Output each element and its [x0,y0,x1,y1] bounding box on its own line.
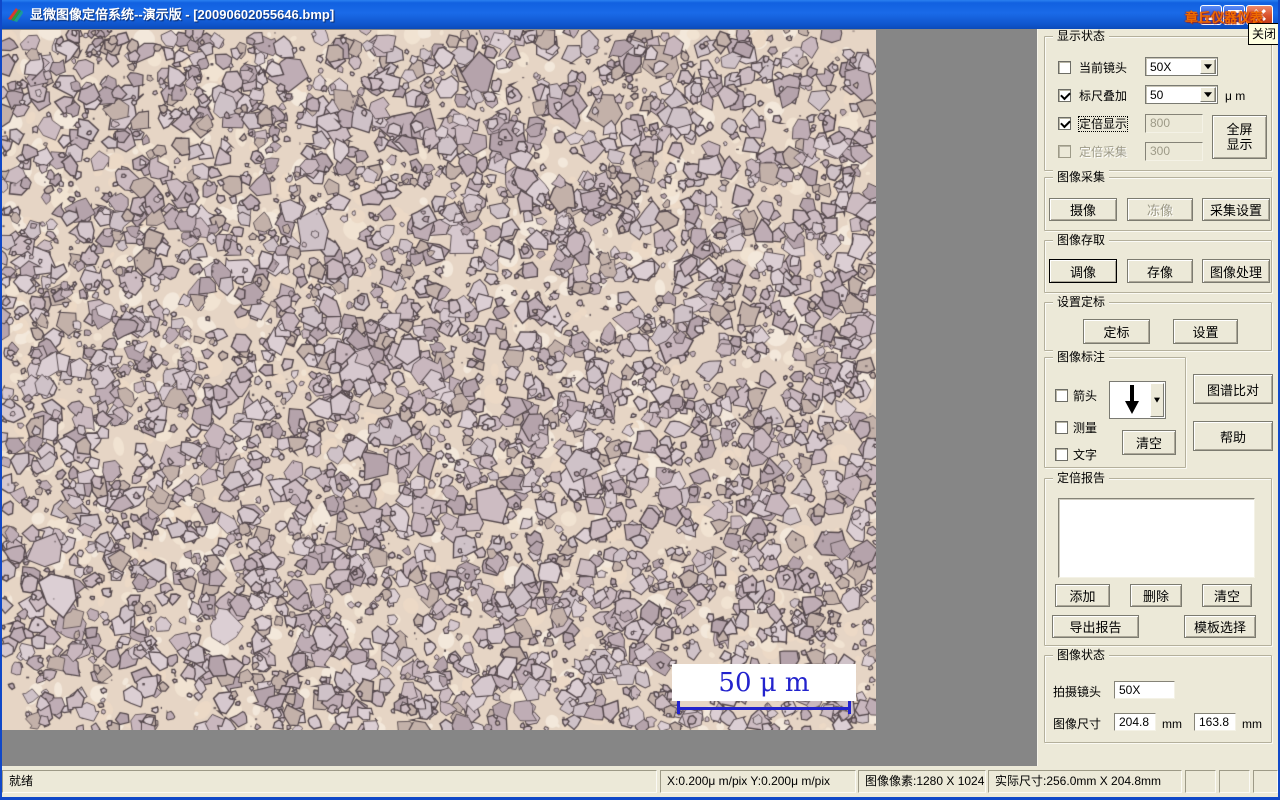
calibration-settings-button[interactable]: 设置 [1173,319,1238,344]
status-actual-size: 实际尺寸:256.0mm X 204.8mm [988,770,1182,793]
export-report-button[interactable]: 导出报告 [1052,615,1139,638]
label-scale-overlay: 标尺叠加 [1079,89,1128,103]
status-image-pixels: 图像像素:1280 X 1024 [858,770,986,793]
arrow-combo-dropdown-icon[interactable] [1150,383,1164,417]
title-bar: 显微图像定倍系统--演示版 - [20090602055646.bmp] 章丘仪… [0,0,1280,29]
report-delete-button[interactable]: 删除 [1130,584,1182,607]
group-acquisition: 图像采集 摄像 冻像 采集设置 [1044,170,1272,231]
checkbox-scale-overlay[interactable] [1058,89,1071,102]
close-tooltip: 关闭 [1248,23,1280,45]
label-fixed-display: 定倍显示 [1077,116,1129,132]
fullscreen-button[interactable]: 全屏 显示 [1212,115,1267,159]
checkbox-measure[interactable] [1055,421,1068,434]
input-fixed-display: 800 [1145,114,1203,133]
label-fixed-capture: 定倍采集 [1079,145,1128,159]
status-bar: 就绪 X:0.200μ m/pix Y:0.200μ m/pix 图像像素:12… [0,766,1280,797]
group-calibration-label: 设置定标 [1053,295,1110,309]
input-fixed-capture: 300 [1145,142,1203,161]
group-annotation-label: 图像标注 [1053,350,1110,364]
group-report: 定倍报告 添加 删除 清空 导出报告 模板选择 [1044,471,1272,646]
scale-bar-line [678,707,851,710]
window-border-left [0,0,2,800]
label-text: 文字 [1073,448,1098,462]
group-display-status-label: 显示状态 [1053,29,1110,43]
report-listbox[interactable] [1058,498,1255,578]
input-shooting-lens: 50X [1114,681,1175,699]
status-ready: 就绪 [2,770,657,793]
label-arrow: 箭头 [1073,389,1098,403]
capture-button[interactable]: 摄像 [1049,198,1117,221]
checkbox-fixed-capture [1058,145,1071,158]
status-spare-1 [1185,770,1216,793]
checkbox-current-lens[interactable] [1058,61,1071,74]
label-current-lens: 当前镜头 [1079,61,1128,75]
image-client-area: 50 μ m [2,29,1037,766]
group-annotation: 图像标注 箭头 测量 文字 清空 [1044,350,1186,468]
height-unit-label: mm [1242,717,1262,731]
group-report-label: 定倍报告 [1053,471,1110,485]
combo-scale-value[interactable]: 50 [1145,85,1218,104]
control-sidebar: 显示状态 当前镜头 50X 标尺叠加 50 μ m 定倍显示 800 定倍采集 … [1037,29,1278,766]
scale-unit-label: μ m [1225,89,1246,103]
report-add-button[interactable]: 添加 [1055,584,1110,607]
image-process-button[interactable]: 图像处理 [1202,259,1270,283]
scale-bar-tick-right [848,701,851,714]
app-icon [8,8,23,22]
help-button[interactable]: 帮助 [1193,421,1273,451]
load-image-button[interactable]: 调像 [1049,259,1117,283]
freeze-button: 冻像 [1127,198,1193,221]
app-window: 显微图像定倍系统--演示版 - [20090602055646.bmp] 章丘仪… [0,0,1280,800]
acquisition-settings-button[interactable]: 采集设置 [1202,198,1270,221]
annotation-clear-button[interactable]: 清空 [1122,430,1176,455]
combo-scale-value-text: 50 [1150,88,1164,102]
micrograph-canvas[interactable] [2,30,876,730]
combo-current-lens[interactable]: 50X [1145,57,1218,76]
label-shooting-lens: 拍摄镜头 [1053,685,1102,699]
down-arrow-icon [1125,385,1139,414]
calibrate-button[interactable]: 定标 [1083,319,1150,344]
scale-bar-overlay: 50 μ m [672,664,856,701]
group-storage-label: 图像存取 [1053,233,1110,247]
status-spare-3 [1253,770,1278,793]
window-title: 显微图像定倍系统--演示版 - [20090602055646.bmp] [30,7,335,22]
group-calibration: 设置定标 定标 设置 [1044,295,1272,351]
status-pixel-scale: X:0.200μ m/pix Y:0.200μ m/pix [660,770,856,793]
atlas-compare-button[interactable]: 图谱比对 [1193,374,1273,404]
combo-current-lens-dropdown-icon[interactable] [1200,59,1216,74]
checkbox-arrow[interactable] [1055,389,1068,402]
group-image-status-label: 图像状态 [1053,648,1110,662]
checkbox-text[interactable] [1055,448,1068,461]
status-spare-2 [1219,770,1250,793]
combo-scale-dropdown-icon[interactable] [1200,87,1216,102]
report-clear-button[interactable]: 清空 [1202,584,1252,607]
group-display-status: 显示状态 当前镜头 50X 标尺叠加 50 μ m 定倍显示 800 定倍采集 … [1044,29,1272,171]
scale-bar-text: 50 μ m [718,667,810,698]
input-image-height: 163.8 [1194,713,1236,731]
group-storage: 图像存取 调像 存像 图像处理 [1044,233,1272,293]
group-acquisition-label: 图像采集 [1053,170,1110,184]
input-image-width: 204.8 [1114,713,1156,731]
arrow-style-combo[interactable] [1109,381,1166,419]
save-image-button[interactable]: 存像 [1127,259,1193,283]
template-select-button[interactable]: 模板选择 [1184,615,1256,638]
width-unit-label: mm [1162,717,1182,731]
label-image-size: 图像尺寸 [1053,717,1102,731]
scale-bar-tick-left [677,701,680,714]
label-measure: 测量 [1073,421,1098,435]
combo-current-lens-value: 50X [1150,60,1172,74]
group-image-status: 图像状态 拍摄镜头 50X 图像尺寸 204.8 mm 163.8 mm [1044,648,1272,743]
checkbox-fixed-display[interactable] [1058,117,1071,130]
